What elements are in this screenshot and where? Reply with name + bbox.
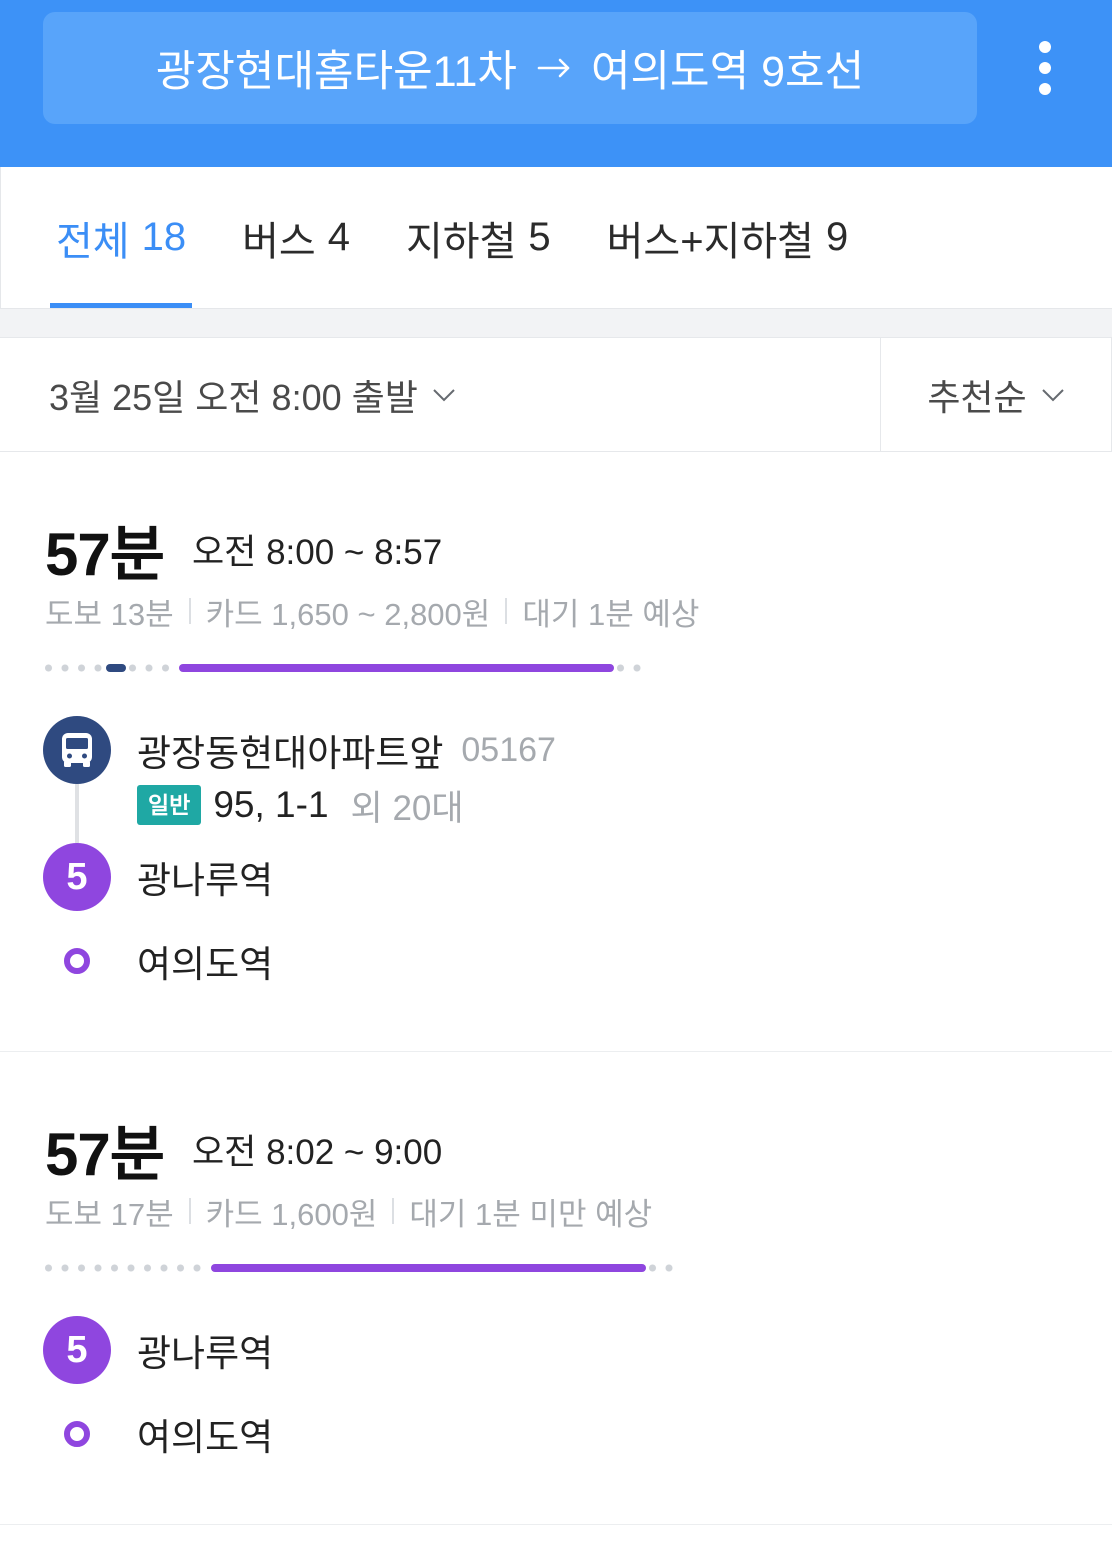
step-body: 광나루역 [137,843,273,911]
separator [505,598,508,624]
route-timeline-bar [45,664,1112,672]
tab-bus-subway[interactable]: 버스+지하철 9 [601,167,855,308]
progress-ride-segment [210,1264,646,1272]
tab-count: 18 [141,215,187,259]
destination-marker [43,927,111,995]
bus-numbers: 95, 1-1 [213,784,329,825]
station-name: 여의도역 [137,1417,274,1458]
step-body: 광장동현대아파트앞 05167 일반 95, 1-1 외 20대 [137,716,556,828]
progress-walk-segment [648,1264,675,1272]
progress-ride-segment [105,664,126,672]
route-time-range: 오전 8:02 ~ 9:00 [191,1132,443,1172]
departure-time-label: 3월 25일 오전 8:00 출발 [49,376,418,418]
more-buses-count: 외 20대 [350,788,464,828]
route-duration: 57분 [45,520,165,588]
tab-count: 5 [528,215,551,259]
route-summary: 57분 오전 8:00 ~ 8:57 [45,514,1112,588]
step-connector-line [75,784,79,843]
progress-walk-segment [45,1264,208,1272]
subway-line-badge: 5 [43,843,111,911]
departure-time-selector[interactable]: 3월 25일 오전 8:00 출발 [0,338,881,451]
step-subway-boarding: 5 광나루역 [43,843,1112,911]
step-title: 광장동현대아파트앞 05167 [137,716,556,784]
route-details: 도보 17분 카드 1,600원 대기 1분 미만 예상 [45,1191,1112,1232]
step-body: 광나루역 [137,1316,273,1384]
step-subway-boarding: 5 광나루역 [43,1316,1112,1384]
step-arrival: 여의도역 [45,1400,1112,1468]
separator [188,1198,191,1224]
origin-label: 광장현대홈타운11차 [155,48,517,96]
sort-selector[interactable]: 추천순 [881,338,1111,451]
progress-ride-segment [179,664,615,672]
destination-label: 여의도역 9호선 [590,48,865,96]
stop-id: 05167 [461,730,556,769]
bus-lines-row: 일반 95, 1-1 외 20대 [137,784,556,828]
subway-line-icon: 5 [43,1316,111,1384]
walk-time: 도보 13분 [45,596,174,632]
app-header: 광장현대홈타운11차 여의도역 9호선 [0,0,1112,167]
route-summary: 57분 오전 8:02 ~ 9:00 [45,1114,1112,1188]
route-card[interactable]: 57분 오전 8:00 ~ 8:57 도보 13분 카드 1,650 ~ 2,8… [0,452,1112,1052]
fare: 카드 1,600원 [205,1196,378,1232]
destination-marker [43,1400,111,1468]
tab-subway[interactable]: 지하철 5 [400,167,557,308]
step-body: 여의도역 [137,1400,273,1468]
bus-icon [43,716,111,784]
wait-time: 대기 1분 미만 예상 [409,1196,653,1232]
filter-bar: 3월 25일 오전 8:00 출발 추천순 [0,338,1112,452]
route-details: 도보 13분 카드 1,650 ~ 2,800원 대기 1분 예상 [45,591,1112,632]
separator [188,598,191,624]
tab-label: 전체 [56,219,130,264]
tab-bus[interactable]: 버스 4 [236,167,356,308]
fare: 카드 1,650 ~ 2,800원 [205,596,491,632]
tab-label: 버스+지하철 [606,219,814,264]
tab-label: 버스 [242,219,316,264]
route-search-box[interactable]: 광장현대홈타운11차 여의도역 9호선 [43,12,977,124]
sort-label: 추천순 [927,376,1027,418]
subway-line-badge: 5 [43,1316,111,1384]
tab-all[interactable]: 전체 18 [50,167,193,308]
station-name: 광나루역 [137,860,274,901]
arrow-right-icon [537,57,571,79]
step-title: 여의도역 [137,1400,273,1468]
step-title: 여의도역 [137,927,273,995]
progress-walk-segment [617,664,644,672]
destination-dot-icon [64,948,90,974]
station-name: 여의도역 [137,944,274,985]
step-arrival: 여의도역 [45,927,1112,995]
section-divider [0,309,1112,338]
subway-line-icon: 5 [43,843,111,911]
wait-time: 대기 1분 예상 [522,596,700,632]
separator [392,1198,395,1224]
more-vertical-icon[interactable] [1033,37,1057,99]
stop-name: 광장동현대아파트앞 [137,733,444,774]
tab-count: 4 [327,215,350,259]
bus-type-badge: 일반 [137,785,202,825]
route-card[interactable]: 57분 오전 8:02 ~ 9:00 도보 17분 카드 1,600원 대기 1… [0,1052,1112,1525]
route-time-range: 오전 8:00 ~ 8:57 [191,532,443,572]
walk-time: 도보 17분 [45,1196,174,1232]
tab-count: 9 [825,215,849,259]
station-name: 광나루역 [137,1333,274,1374]
route-type-tabs: 전체 18 버스 4 지하철 5 버스+지하철 9 [0,167,1112,309]
progress-walk-segment [45,664,103,672]
chevron-down-icon [1041,388,1065,402]
step-title: 광나루역 [137,1316,273,1384]
step-title: 광나루역 [137,843,273,911]
step-bus-boarding: 광장동현대아파트앞 05167 일반 95, 1-1 외 20대 [43,716,1112,843]
route-timeline-bar [45,1264,1112,1272]
step-body: 여의도역 [137,927,273,995]
route-steps: 광장동현대아파트앞 05167 일반 95, 1-1 외 20대 5 광나루역 [43,716,1112,995]
chevron-down-icon [432,388,456,402]
route-duration: 57분 [45,1120,165,1188]
destination-dot-icon [64,1421,90,1447]
progress-walk-segment [129,664,177,672]
route-steps: 5 광나루역 여의도역 [43,1316,1112,1468]
tab-label: 지하철 [405,219,517,264]
